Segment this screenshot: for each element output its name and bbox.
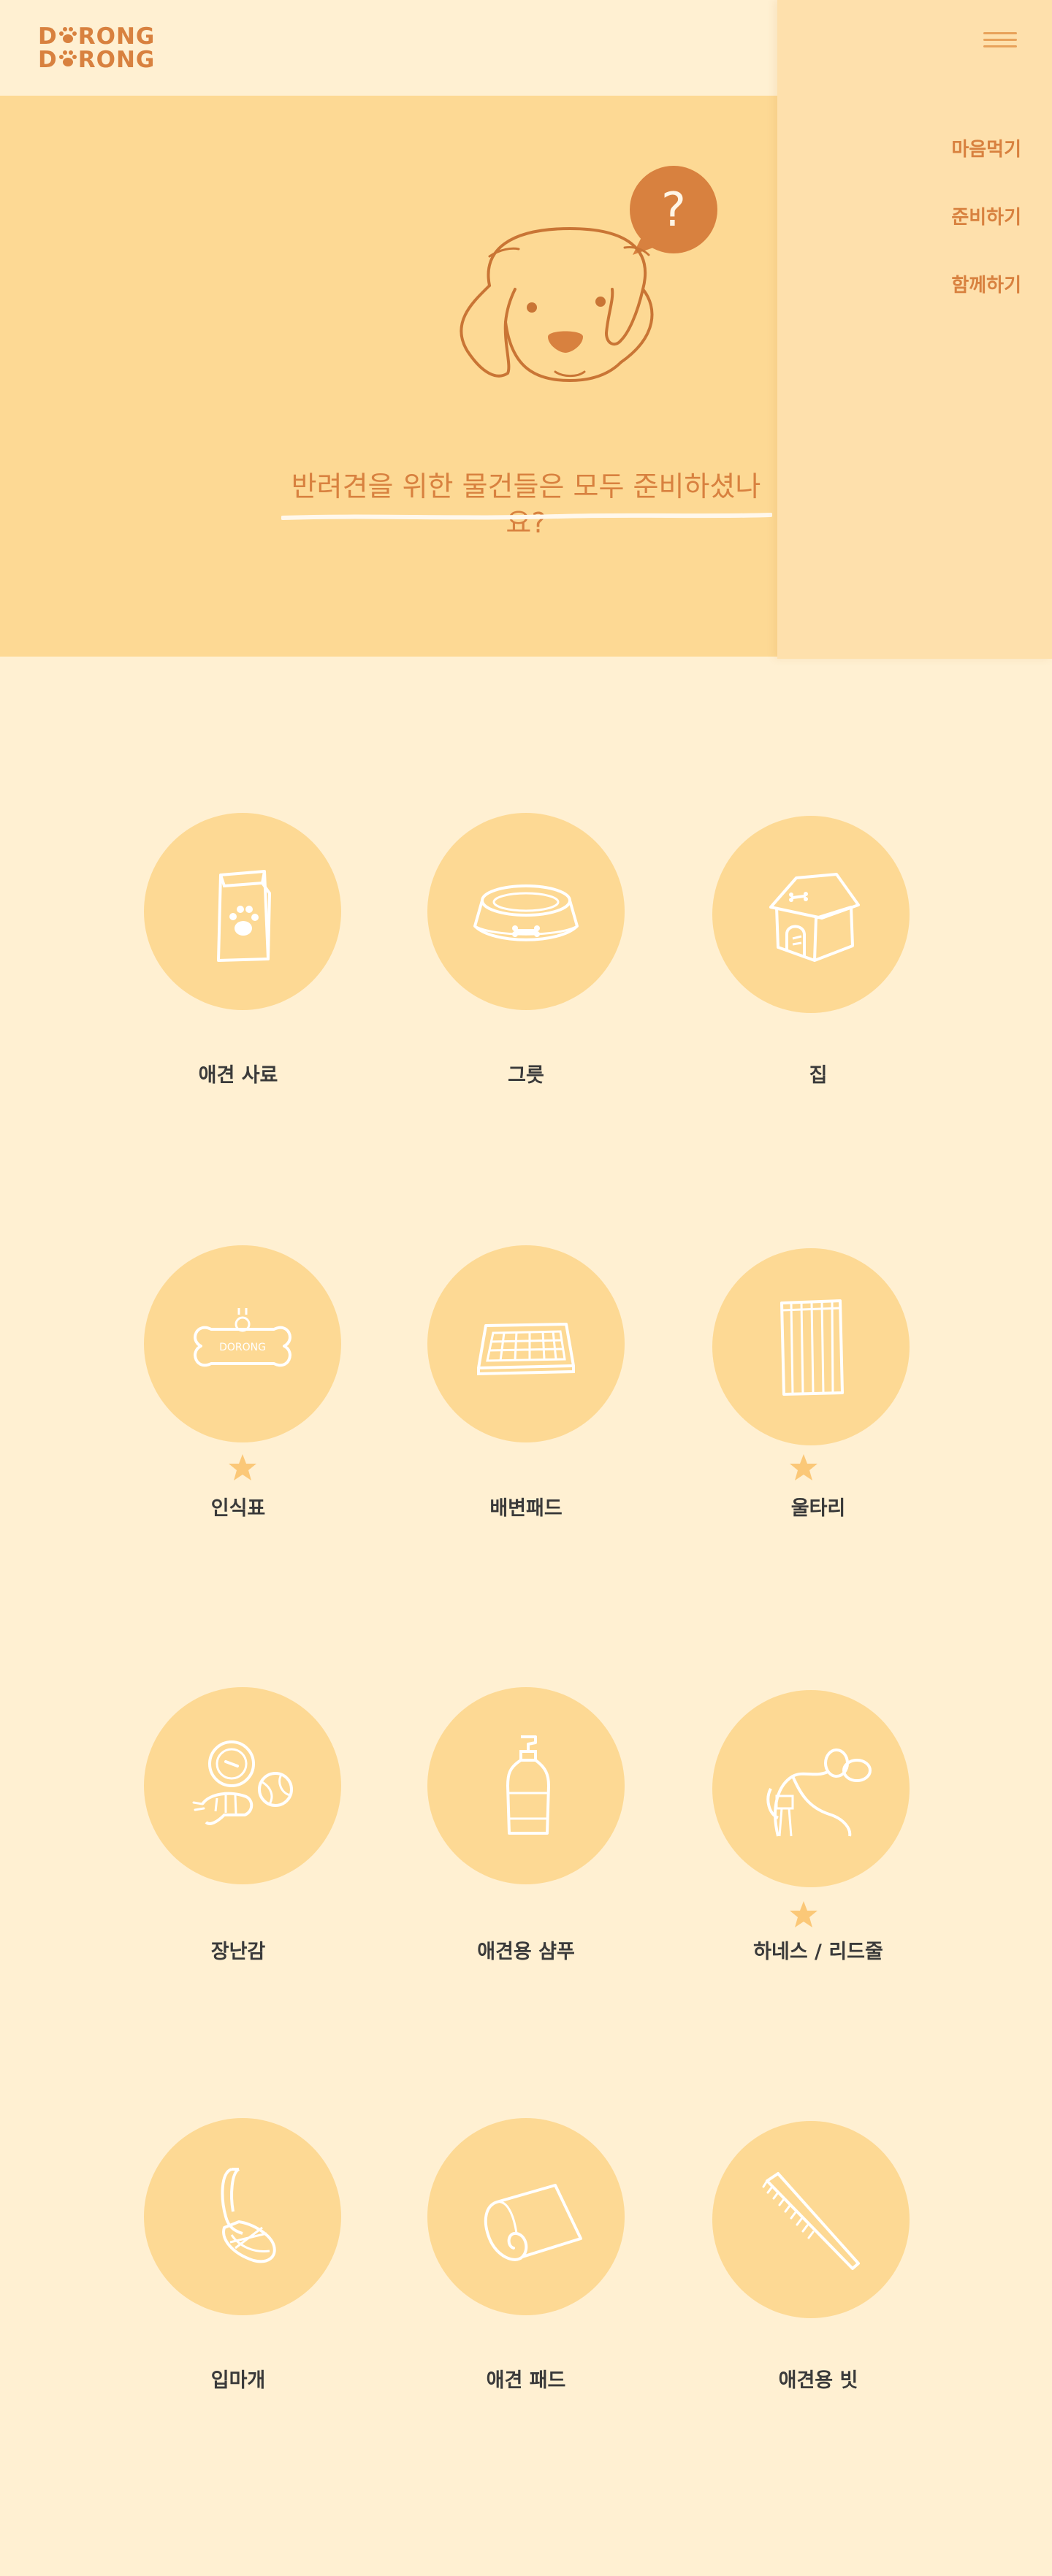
bowl-icon [473, 884, 579, 941]
item-label: 인식표 [210, 1497, 266, 1520]
item-circle [712, 2121, 910, 2318]
nav-item-together[interactable]: 함께하기 [951, 270, 1021, 297]
item-shampoo[interactable] [416, 1687, 636, 1884]
comb-icon [762, 2172, 860, 2270]
item-circle: DORONG [144, 1245, 341, 1442]
nav-item-prepare[interactable]: 준비하기 [951, 202, 1021, 229]
item-label: 애견 사료 [198, 1064, 278, 1087]
item-dog-food[interactable] [133, 813, 352, 1010]
item-house[interactable] [701, 816, 920, 1013]
potty-pad-icon [477, 1323, 575, 1376]
item-circle [427, 1687, 625, 1884]
rolled-pad-icon [484, 2184, 582, 2261]
toys-icon [192, 1740, 293, 1825]
item-circle [427, 813, 625, 1010]
paw-icon [58, 27, 77, 43]
logo-line-1: D RONG [38, 23, 156, 50]
item-muzzle[interactable] [133, 2118, 352, 2315]
item-label: 울타리 [790, 1497, 846, 1520]
item-circle [427, 1245, 625, 1442]
item-circle [712, 1248, 910, 1445]
item-label: 그릇 [508, 1064, 544, 1087]
item-harness[interactable] [701, 1690, 920, 1887]
item-circle [427, 2118, 625, 2315]
item-fence[interactable] [701, 1248, 920, 1445]
paw-icon [58, 50, 77, 66]
star-icon [790, 1901, 817, 1927]
item-circle [712, 816, 910, 1013]
item-pet-pad[interactable] [416, 2118, 636, 2315]
dog-face-illustration: ? [460, 166, 717, 383]
item-id-tag[interactable]: DORONG [133, 1245, 352, 1442]
item-label: 집 [809, 1064, 828, 1087]
item-circle [144, 2118, 341, 2315]
item-label: 애견용 샴푸 [477, 1941, 575, 1963]
logo-line-2: D RONG [38, 47, 156, 73]
svg-text:?: ? [661, 183, 686, 237]
star-icon [790, 1454, 817, 1480]
dog-house-icon [769, 873, 860, 962]
fence-icon [780, 1299, 844, 1396]
item-potty-pad[interactable] [416, 1245, 636, 1442]
hero-title: 반려견을 위한 물건들은 모두 준비하셨나요? [291, 470, 761, 539]
food-bag-icon [217, 870, 272, 962]
nav-item-decide[interactable]: 마음먹기 [951, 134, 1021, 161]
harness-icon [766, 1748, 872, 1837]
item-circle [144, 813, 341, 1010]
star-icon [229, 1454, 256, 1480]
logo[interactable]: D RONG D RONG [38, 25, 155, 72]
side-nav-panel [777, 0, 1052, 659]
item-bowl[interactable] [416, 813, 636, 1010]
item-comb[interactable] [701, 2121, 920, 2318]
shampoo-icon [506, 1735, 550, 1835]
hero-underline [281, 513, 772, 520]
item-label: 입마개 [210, 2369, 266, 2392]
muzzle-icon [221, 2168, 276, 2263]
bone-tag-icon: DORONG [194, 1308, 291, 1367]
item-toys[interactable] [133, 1687, 352, 1884]
hamburger-menu-icon[interactable] [983, 32, 1020, 54]
tag-text: DORONG [219, 1342, 266, 1353]
item-circle [712, 1690, 910, 1887]
item-label: 애견용 빗 [778, 2369, 858, 2392]
item-circle [144, 1687, 341, 1884]
item-label: 하네스 / 리드줄 [753, 1941, 883, 1963]
item-label: 배변패드 [489, 1497, 563, 1520]
item-label: 애견 패드 [486, 2369, 566, 2392]
item-label: 장난감 [210, 1941, 266, 1963]
question-bubble-icon: ? [630, 166, 717, 255]
